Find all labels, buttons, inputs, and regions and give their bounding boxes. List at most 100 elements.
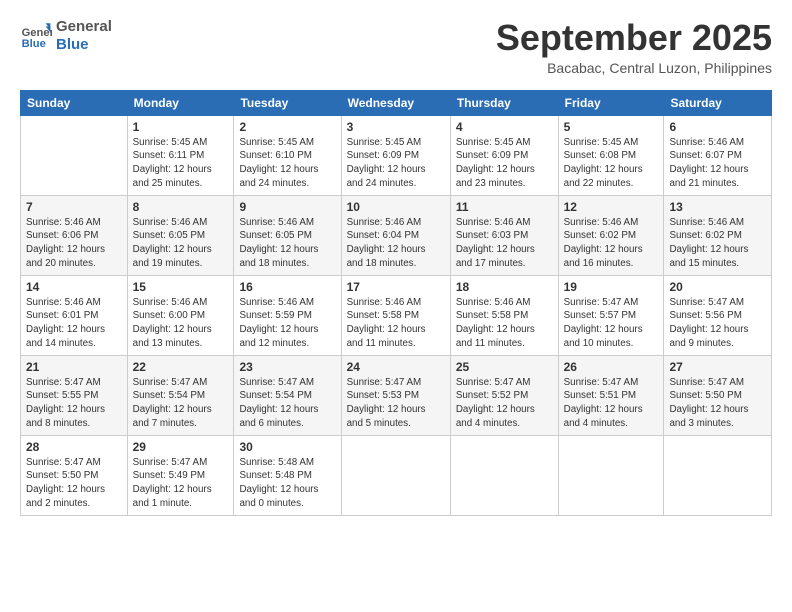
- day-info: Sunrise: 5:45 AMSunset: 6:08 PMDaylight:…: [564, 136, 659, 191]
- svg-text:Blue: Blue: [22, 38, 46, 50]
- day-info: Sunrise: 5:46 AMSunset: 6:02 PMDaylight:…: [564, 216, 659, 271]
- page: General Blue General Blue September 2025…: [0, 0, 792, 612]
- month-title: September 2025: [496, 18, 772, 58]
- calendar-cell: 24 Sunrise: 5:47 AMSunset: 5:53 PMDayligh…: [341, 355, 450, 435]
- day-number: 3: [347, 120, 445, 134]
- day-number: 11: [456, 200, 553, 214]
- calendar-cell: 12Sunrise: 5:46 AMSunset: 6:02 PMDayligh…: [558, 195, 664, 275]
- col-header-friday: Friday: [558, 90, 664, 115]
- calendar-header-row: SundayMondayTuesdayWednesdayThursdayFrid…: [21, 90, 772, 115]
- day-number: 4: [456, 120, 553, 134]
- day-number: 1: [133, 120, 229, 134]
- day-info: Sunrise: 5:46 AMSunset: 6:05 PMDaylight:…: [133, 216, 229, 271]
- day-info: Sunrise: 5:47 AMSunset: 5:50 PMDaylight:…: [26, 456, 122, 511]
- calendar-cell: [21, 115, 128, 195]
- day-info: Sunrise: 5:46 AMSunset: 5:58 PMDaylight:…: [347, 296, 445, 351]
- day-number: 10: [347, 200, 445, 214]
- calendar-cell: 27 Sunrise: 5:47 AMSunset: 5:50 PMDayligh…: [664, 355, 772, 435]
- day-info: Sunrise: 5:45 AMSunset: 6:10 PMDaylight:…: [239, 136, 335, 191]
- calendar-cell: 17 Sunrise: 5:46 AMSunset: 5:58 PMDayligh…: [341, 275, 450, 355]
- day-info: Sunrise: 5:45 AMSunset: 6:11 PMDaylight:…: [133, 136, 229, 191]
- calendar-cell: 7 Sunrise: 5:46 AMSunset: 6:06 PMDaylight…: [21, 195, 128, 275]
- calendar-cell: 11Sunrise: 5:46 AMSunset: 6:03 PMDayligh…: [450, 195, 558, 275]
- day-number: 29: [133, 440, 229, 454]
- calendar-cell: 26 Sunrise: 5:47 AMSunset: 5:51 PMDayligh…: [558, 355, 664, 435]
- day-info: Sunrise: 5:47 AMSunset: 5:51 PMDaylight:…: [564, 376, 659, 431]
- day-number: 27: [669, 360, 766, 374]
- day-number: 7: [26, 200, 122, 214]
- week-row-4: 21 Sunrise: 5:47 AMSunset: 5:55 PMDayligh…: [21, 355, 772, 435]
- calendar-cell: 29 Sunrise: 5:47 AMSunset: 5:49 PMDayligh…: [127, 435, 234, 515]
- logo-text-general: General: [56, 18, 112, 36]
- week-row-2: 7 Sunrise: 5:46 AMSunset: 6:06 PMDaylight…: [21, 195, 772, 275]
- day-info: Sunrise: 5:47 AMSunset: 5:52 PMDaylight:…: [456, 376, 553, 431]
- day-number: 13: [669, 200, 766, 214]
- day-number: 9: [239, 200, 335, 214]
- calendar-cell: 23Sunrise: 5:47 AMSunset: 5:54 PMDayligh…: [234, 355, 341, 435]
- day-info: Sunrise: 5:45 AMSunset: 6:09 PMDaylight:…: [347, 136, 445, 191]
- calendar-cell: [558, 435, 664, 515]
- day-number: 30: [239, 440, 335, 454]
- col-header-wednesday: Wednesday: [341, 90, 450, 115]
- day-number: 26: [564, 360, 659, 374]
- calendar-cell: 6 Sunrise: 5:46 AMSunset: 6:07 PMDaylight…: [664, 115, 772, 195]
- day-info: Sunrise: 5:47 AMSunset: 5:50 PMDaylight:…: [669, 376, 766, 431]
- calendar-cell: 8 Sunrise: 5:46 AMSunset: 6:05 PMDaylight…: [127, 195, 234, 275]
- calendar-cell: 20 Sunrise: 5:47 AMSunset: 5:56 PMDayligh…: [664, 275, 772, 355]
- calendar-cell: 22Sunrise: 5:47 AMSunset: 5:54 PMDayligh…: [127, 355, 234, 435]
- day-number: 28: [26, 440, 122, 454]
- col-header-sunday: Sunday: [21, 90, 128, 115]
- calendar-cell: 4Sunrise: 5:45 AMSunset: 6:09 PMDaylight…: [450, 115, 558, 195]
- logo: General Blue General Blue: [20, 18, 112, 54]
- day-number: 25: [456, 360, 553, 374]
- col-header-monday: Monday: [127, 90, 234, 115]
- day-info: Sunrise: 5:47 AMSunset: 5:54 PMDaylight:…: [239, 376, 335, 431]
- calendar-cell: 13Sunrise: 5:46 AMSunset: 6:02 PMDayligh…: [664, 195, 772, 275]
- day-number: 17: [347, 280, 445, 294]
- day-info: Sunrise: 5:47 AMSunset: 5:56 PMDaylight:…: [669, 296, 766, 351]
- week-row-3: 14 Sunrise: 5:46 AMSunset: 6:01 PMDayligh…: [21, 275, 772, 355]
- week-row-5: 28 Sunrise: 5:47 AMSunset: 5:50 PMDayligh…: [21, 435, 772, 515]
- day-info: Sunrise: 5:46 AMSunset: 6:01 PMDaylight:…: [26, 296, 122, 351]
- day-info: Sunrise: 5:46 AMSunset: 6:07 PMDaylight:…: [669, 136, 766, 191]
- day-info: Sunrise: 5:46 AMSunset: 6:05 PMDaylight:…: [239, 216, 335, 271]
- calendar-cell: 10Sunrise: 5:46 AMSunset: 6:04 PMDayligh…: [341, 195, 450, 275]
- calendar: SundayMondayTuesdayWednesdayThursdayFrid…: [20, 90, 772, 516]
- calendar-cell: [664, 435, 772, 515]
- day-info: Sunrise: 5:46 AMSunset: 5:58 PMDaylight:…: [456, 296, 553, 351]
- calendar-cell: 21 Sunrise: 5:47 AMSunset: 5:55 PMDayligh…: [21, 355, 128, 435]
- week-row-1: 1 Sunrise: 5:45 AMSunset: 6:11 PMDaylight…: [21, 115, 772, 195]
- location-subtitle: Bacabac, Central Luzon, Philippines: [496, 60, 772, 76]
- day-number: 24: [347, 360, 445, 374]
- calendar-cell: 14 Sunrise: 5:46 AMSunset: 6:01 PMDayligh…: [21, 275, 128, 355]
- calendar-cell: 15 Sunrise: 5:46 AMSunset: 6:00 PMDayligh…: [127, 275, 234, 355]
- logo-icon: General Blue: [20, 20, 52, 52]
- calendar-cell: [450, 435, 558, 515]
- day-number: 6: [669, 120, 766, 134]
- calendar-cell: 2 Sunrise: 5:45 AMSunset: 6:10 PMDaylight…: [234, 115, 341, 195]
- day-info: Sunrise: 5:47 AMSunset: 5:55 PMDaylight:…: [26, 376, 122, 431]
- day-number: 5: [564, 120, 659, 134]
- day-number: 2: [239, 120, 335, 134]
- day-number: 20: [669, 280, 766, 294]
- calendar-cell: 18Sunrise: 5:46 AMSunset: 5:58 PMDayligh…: [450, 275, 558, 355]
- day-number: 14: [26, 280, 122, 294]
- day-number: 21: [26, 360, 122, 374]
- day-info: Sunrise: 5:46 AMSunset: 5:59 PMDaylight:…: [239, 296, 335, 351]
- title-block: September 2025 Bacabac, Central Luzon, P…: [496, 18, 772, 76]
- calendar-cell: 5 Sunrise: 5:45 AMSunset: 6:08 PMDaylight…: [558, 115, 664, 195]
- col-header-thursday: Thursday: [450, 90, 558, 115]
- calendar-cell: 3 Sunrise: 5:45 AMSunset: 6:09 PMDaylight…: [341, 115, 450, 195]
- svg-text:General: General: [22, 27, 52, 39]
- day-info: Sunrise: 5:47 AMSunset: 5:54 PMDaylight:…: [133, 376, 229, 431]
- day-info: Sunrise: 5:47 AMSunset: 5:53 PMDaylight:…: [347, 376, 445, 431]
- day-info: Sunrise: 5:46 AMSunset: 6:06 PMDaylight:…: [26, 216, 122, 271]
- calendar-cell: 1 Sunrise: 5:45 AMSunset: 6:11 PMDaylight…: [127, 115, 234, 195]
- day-number: 8: [133, 200, 229, 214]
- day-info: Sunrise: 5:48 AMSunset: 5:48 PMDaylight:…: [239, 456, 335, 511]
- logo-text-blue: Blue: [56, 36, 112, 54]
- day-info: Sunrise: 5:46 AMSunset: 6:00 PMDaylight:…: [133, 296, 229, 351]
- day-number: 15: [133, 280, 229, 294]
- day-info: Sunrise: 5:47 AMSunset: 5:49 PMDaylight:…: [133, 456, 229, 511]
- calendar-cell: 28 Sunrise: 5:47 AMSunset: 5:50 PMDayligh…: [21, 435, 128, 515]
